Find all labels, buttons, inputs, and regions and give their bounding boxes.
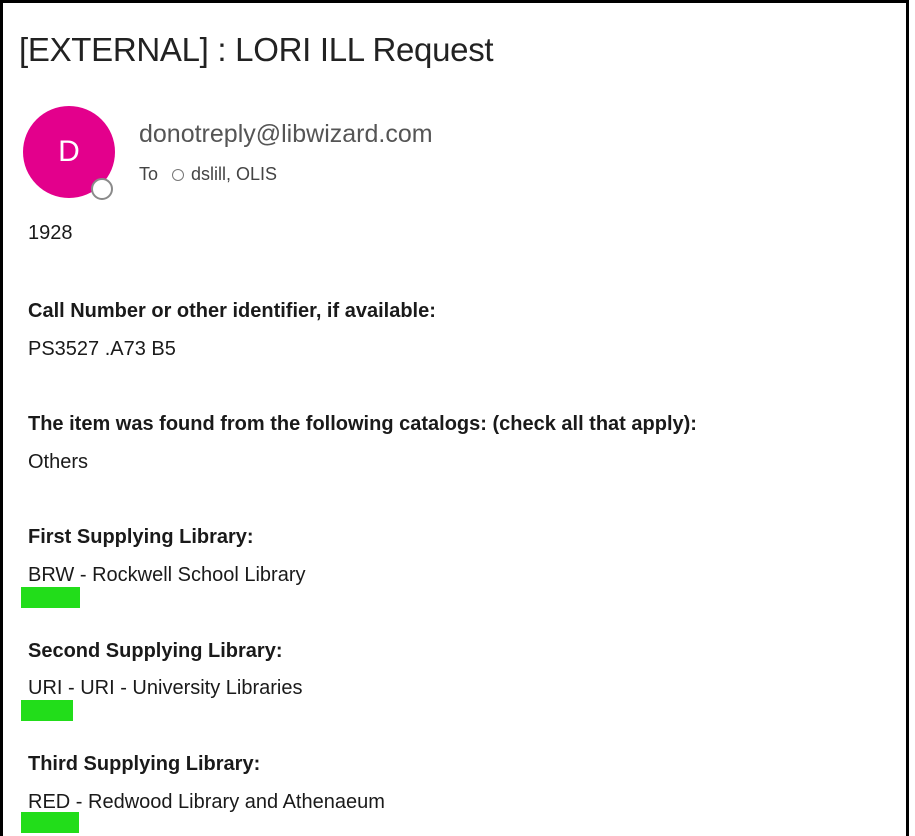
highlight-mark-uri xyxy=(21,700,73,721)
catalogs-value: Others xyxy=(28,451,89,473)
recipients-list[interactable]: dslill, OLIS xyxy=(191,164,277,185)
email-reading-pane: [EXTERNAL] : LORI ILL Request D donotrep… xyxy=(0,0,909,836)
first-library-value: BRW - Rockwell School Library xyxy=(28,564,306,586)
second-library-label: Second Supplying Library: xyxy=(28,640,283,662)
third-library-label: Third Supplying Library: xyxy=(28,753,261,775)
email-subject: [EXTERNAL] : LORI ILL Request xyxy=(19,31,494,68)
year-value: 1928 xyxy=(28,222,73,244)
second-library-value: URI - URI - University Libraries xyxy=(28,677,303,699)
recipients-line: To dslill, OLIS xyxy=(139,164,277,185)
third-library-value: RED - Redwood Library and Athenaeum xyxy=(28,791,385,813)
to-label: To xyxy=(139,164,159,184)
call-number-value: PS3527 .A73 B5 xyxy=(28,338,176,360)
catalogs-label: The item was found from the following ca… xyxy=(28,413,697,435)
call-number-label: Call Number or other identifier, if avai… xyxy=(28,300,436,322)
highlight-mark-brw xyxy=(21,587,80,608)
sender-address[interactable]: donotreply@libwizard.com xyxy=(139,120,433,149)
presence-status-icon xyxy=(91,178,113,200)
first-library-label: First Supplying Library: xyxy=(28,526,254,548)
recipient-presence-icon xyxy=(172,168,185,181)
avatar-initial: D xyxy=(58,135,80,168)
